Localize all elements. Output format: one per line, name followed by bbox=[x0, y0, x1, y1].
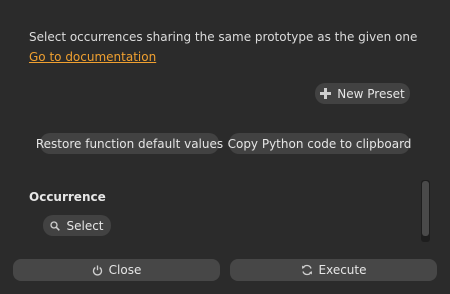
refresh-icon bbox=[301, 264, 313, 276]
plus-icon bbox=[320, 88, 332, 99]
copy-python-code-label: Copy Python code to clipboard bbox=[227, 136, 412, 151]
copy-python-code-button[interactable]: Copy Python code to clipboard bbox=[227, 133, 412, 154]
documentation-link[interactable]: Go to documentation bbox=[29, 50, 156, 64]
restore-defaults-button[interactable]: Restore function default values bbox=[36, 133, 223, 154]
execute-label: Execute bbox=[318, 263, 367, 277]
new-preset-label: New Preset bbox=[337, 86, 405, 101]
select-occurrence-button[interactable]: Select bbox=[43, 215, 111, 236]
scrollbar-thumb[interactable] bbox=[422, 181, 429, 236]
select-label: Select bbox=[66, 218, 104, 233]
close-label: Close bbox=[108, 263, 142, 277]
occurrence-section-title: Occurrence bbox=[29, 190, 106, 204]
function-description: Select occurrences sharing the same prot… bbox=[29, 30, 418, 44]
execute-button[interactable]: Execute bbox=[230, 259, 437, 281]
close-button[interactable]: Close bbox=[13, 259, 220, 281]
restore-defaults-label: Restore function default values bbox=[35, 136, 224, 151]
search-icon bbox=[50, 220, 61, 231]
new-preset-button[interactable]: New Preset bbox=[315, 83, 410, 104]
power-icon bbox=[92, 265, 103, 276]
